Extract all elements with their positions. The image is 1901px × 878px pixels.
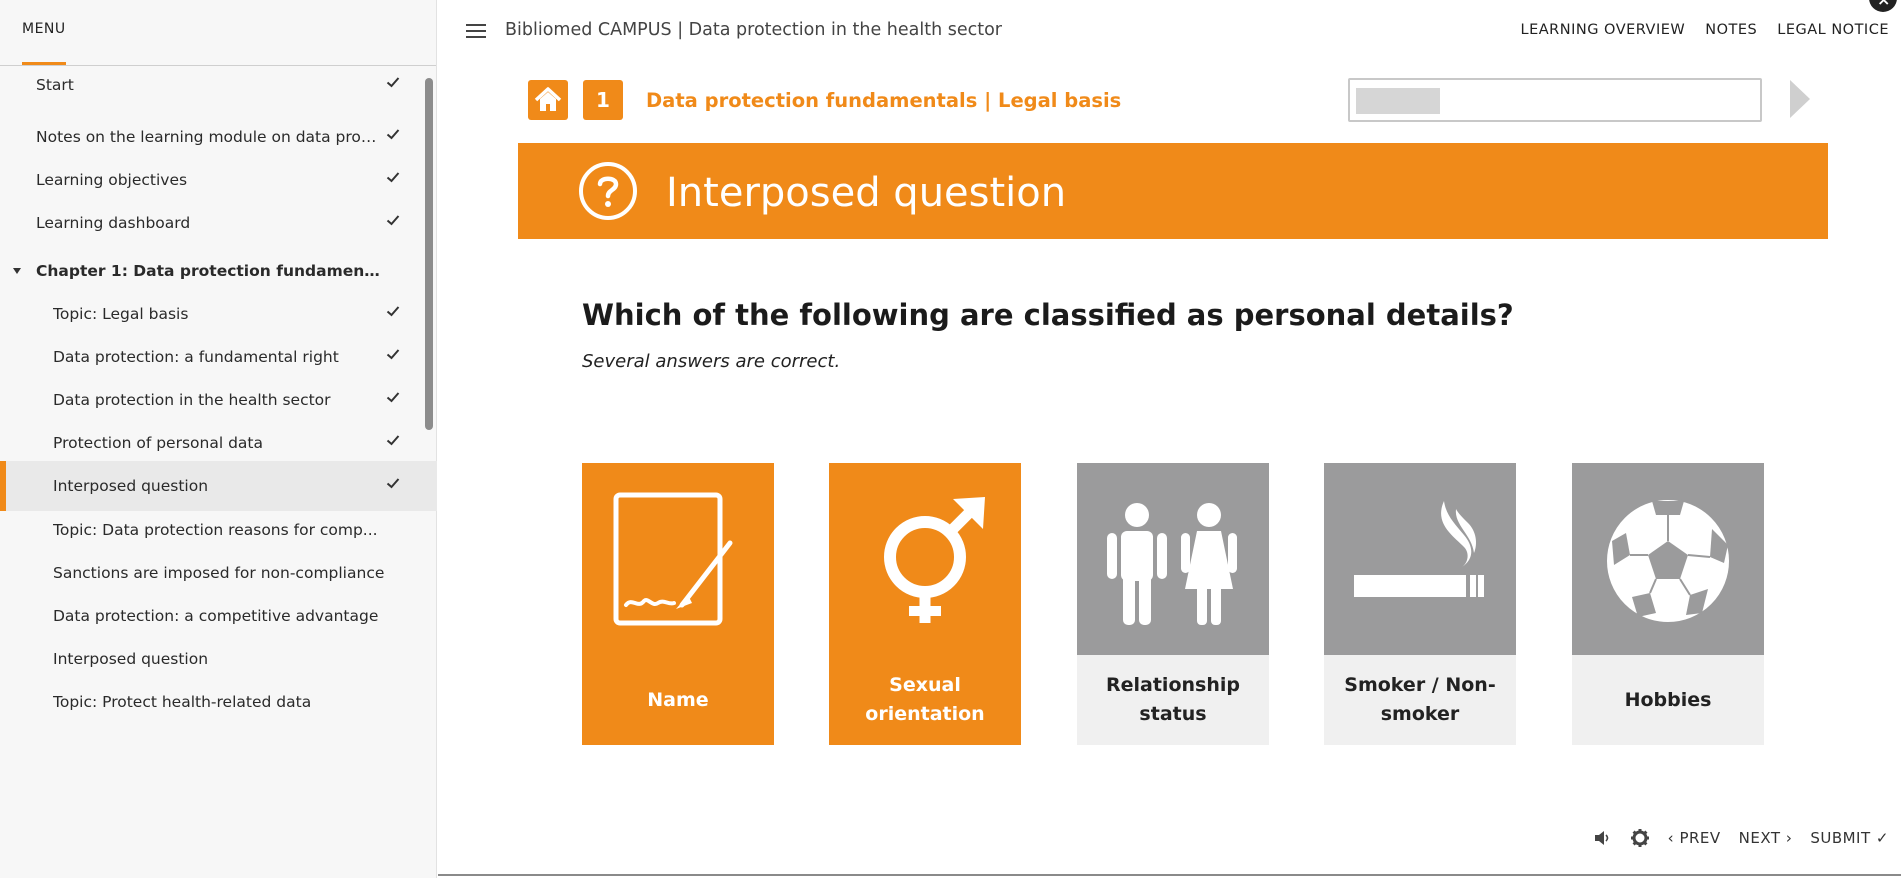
answer-label: Relationship status xyxy=(1077,655,1269,745)
answer-card-sexual-orientation[interactable]: Sexual orientation xyxy=(829,463,1021,745)
hamburger-menu-icon[interactable] xyxy=(466,24,486,38)
answer-image xyxy=(829,463,1021,655)
sidebar-item-label: Notes on the learning module on data pro… xyxy=(36,128,381,146)
answer-card-relationship-status[interactable]: Relationship status xyxy=(1077,463,1269,745)
submit-button[interactable]: SUBMIT ✓ xyxy=(1810,829,1889,847)
question-hint: Several answers are correct. xyxy=(582,351,841,372)
check-icon xyxy=(386,306,400,317)
check-icon xyxy=(386,172,400,183)
breadcrumb: Data protection fundamentals | Legal bas… xyxy=(646,89,1122,112)
home-button[interactable] xyxy=(528,80,568,120)
speaker-icon[interactable] xyxy=(1592,828,1612,848)
sidebar-item-label: Sanctions are imposed for non-compliance xyxy=(53,564,385,582)
sidebar-item[interactable]: Learning dashboard xyxy=(0,198,437,248)
sidebar-item[interactable]: Interposed question xyxy=(0,461,437,511)
app-title: Bibliomed CAMPUS | Data protection in th… xyxy=(505,20,1003,40)
chapter-number-badge: 1 xyxy=(583,80,623,120)
menu-tab[interactable]: MENU xyxy=(22,21,66,37)
answer-label: Hobbies xyxy=(1572,655,1764,745)
prev-button[interactable]: ‹ PREV xyxy=(1668,829,1721,847)
answer-label: Smoker / Non-smoker xyxy=(1324,655,1516,745)
legal-notice-link[interactable]: LEGAL NOTICE xyxy=(1777,22,1889,38)
cigarette-icon xyxy=(1354,501,1484,597)
sidebar-item-label: Interposed question xyxy=(53,650,209,668)
sidebar-item-label: Data protection: a competitive advantage xyxy=(53,607,379,625)
top-links: LEARNING OVERVIEW NOTES LEGAL NOTICE xyxy=(1520,22,1889,38)
check-icon xyxy=(386,392,400,403)
sidebar-item-label: Topic: Data protection reasons for comp.… xyxy=(53,521,378,539)
check-icon xyxy=(386,129,400,140)
answer-label: Name xyxy=(582,655,774,745)
chevron-right-icon: › xyxy=(1780,829,1793,847)
football-icon xyxy=(1605,498,1731,624)
next-label: NEXT xyxy=(1738,829,1781,847)
question-text: Which of the following are classified as… xyxy=(582,298,1514,332)
answer-image xyxy=(582,463,774,655)
progress-bar xyxy=(1348,78,1762,122)
interposed-question-banner: Interposed question xyxy=(518,143,1828,239)
prev-label: PREV xyxy=(1679,829,1721,847)
menu-header: MENU xyxy=(0,0,436,66)
answer-label: Sexual orientation xyxy=(829,655,1021,745)
bottom-divider xyxy=(438,874,1901,876)
sidebar-scrollbar[interactable] xyxy=(425,78,433,430)
play-icon[interactable] xyxy=(1790,80,1810,118)
next-button[interactable]: NEXT › xyxy=(1739,829,1793,847)
banner-title: Interposed question xyxy=(666,170,1067,216)
sidebar-item[interactable]: Topic: Protect health-related data xyxy=(0,677,437,727)
sidebar-item-label: Topic: Protect health-related data xyxy=(53,693,312,711)
check-icon xyxy=(386,77,400,88)
check-icon xyxy=(386,215,400,226)
sidebar-item-label: Start xyxy=(36,76,74,94)
answer-card-name[interactable]: Name xyxy=(582,463,774,745)
sidebar-item-label: Data protection: a fundamental right xyxy=(53,348,339,366)
sidebar-item-label: Interposed question xyxy=(53,477,209,495)
sidebar: MENU Start Notes on the learning module o… xyxy=(0,0,437,878)
answer-card-hobbies[interactable]: Hobbies xyxy=(1572,463,1764,745)
footer-controls: ‹ PREV NEXT › SUBMIT ✓ xyxy=(1592,828,1889,848)
answer-image xyxy=(1572,463,1764,655)
check-icon xyxy=(386,478,400,489)
learning-overview-link[interactable]: LEARNING OVERVIEW xyxy=(1520,22,1685,38)
notes-link[interactable]: NOTES xyxy=(1705,22,1757,38)
question-circle-icon xyxy=(579,162,637,220)
close-icon[interactable] xyxy=(1869,0,1897,12)
signature-icon xyxy=(613,492,733,626)
answer-image xyxy=(1077,463,1269,655)
submit-label: SUBMIT xyxy=(1810,829,1871,847)
caret-down-icon[interactable] xyxy=(13,268,21,274)
top-bar: Bibliomed CAMPUS | Data protection in th… xyxy=(438,0,1901,62)
gender-icon xyxy=(884,497,985,623)
sidebar-item-label: Topic: Legal basis xyxy=(53,305,189,323)
sidebar-item-label: Data protection in the health sector xyxy=(53,391,331,409)
answer-card-smoker[interactable]: Smoker / Non-smoker xyxy=(1324,463,1516,745)
check-icon xyxy=(386,435,400,446)
answer-image xyxy=(1324,463,1516,655)
sidebar-item-label: Chapter 1: Data protection fundamentals xyxy=(36,262,381,280)
sidebar-item-label: Learning objectives xyxy=(36,171,188,189)
chevron-left-icon: ‹ xyxy=(1667,829,1680,847)
sidebar-item-label: Protection of personal data xyxy=(53,434,263,452)
gear-icon[interactable] xyxy=(1630,828,1650,848)
progress-fill xyxy=(1356,88,1440,114)
home-icon xyxy=(534,87,562,111)
check-icon xyxy=(386,349,400,360)
sidebar-item[interactable]: Start xyxy=(0,60,437,110)
couple-icon xyxy=(1107,503,1237,625)
check-icon: ✓ xyxy=(1870,829,1889,847)
sidebar-item-label: Learning dashboard xyxy=(36,214,191,232)
